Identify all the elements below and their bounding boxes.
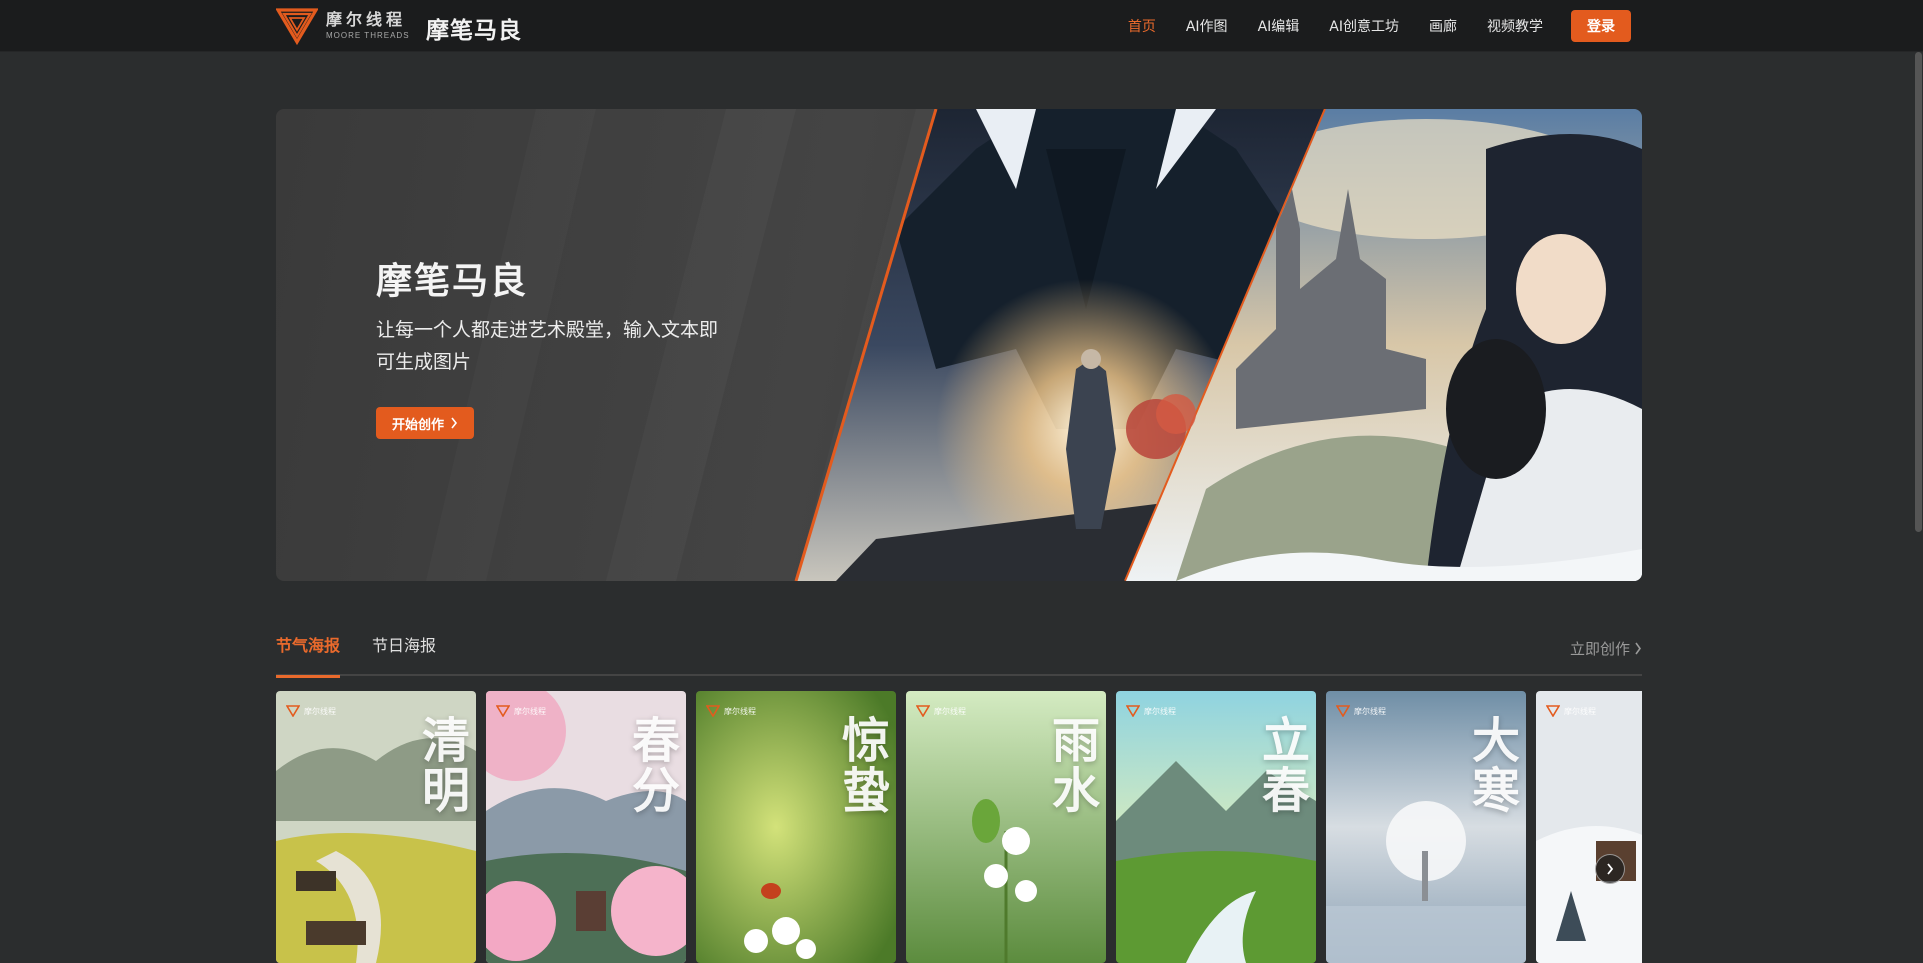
start-creating-label: 开始创作 [392, 417, 445, 433]
moore-threads-logo[interactable]: 摩尔线程 MOORE THREADS [276, 8, 410, 45]
hero-banner: 摩笔马良 让每一个人都走进艺术殿堂，输入文本即可生成图片 开始创作 [276, 109, 1642, 581]
poster-logo: 摩尔线程 [706, 705, 756, 717]
poster-title: 惊蛰 [833, 715, 889, 815]
poster-title: 清明 [413, 715, 469, 815]
poster-card[interactable]: 摩尔线程 雨水 [906, 691, 1106, 963]
create-now-label: 立即创作 [1569, 640, 1630, 658]
chevron-right-icon [451, 417, 458, 429]
poster-logo-text: 摩尔线程 [514, 706, 546, 716]
nav-gallery[interactable]: 画廊 [1429, 16, 1457, 36]
poster-logo: 摩尔线程 [916, 705, 966, 717]
top-nav-bar: 摩尔线程 MOORE THREADS 摩笔马良 首页 AI作图 AI编辑 AI创… [0, 0, 1923, 52]
brand-name: 摩笔马良 [426, 18, 522, 44]
poster-title: 雨水 [1043, 715, 1099, 815]
page-scrollbar[interactable] [1914, 52, 1923, 963]
logo-cn-text: 摩尔线程 [326, 10, 407, 29]
poster-card[interactable]: 摩尔线程 惊蛰 [696, 691, 896, 963]
poster-logo: 摩尔线程 [1336, 705, 1386, 717]
login-button[interactable]: 登录 [1571, 10, 1631, 42]
nav-home[interactable]: 首页 [1128, 16, 1156, 36]
nav-ai-creative-workshop[interactable]: AI创意工坊 [1329, 16, 1399, 36]
poster-logo-text: 摩尔线程 [304, 706, 336, 716]
active-tab-indicator [276, 675, 340, 678]
nav-ai-drawing[interactable]: AI作图 [1186, 16, 1228, 36]
poster-title: 大寒 [1463, 715, 1519, 815]
moore-threads-triangle-logo-icon [286, 705, 300, 717]
poster-image [1536, 691, 1642, 963]
poster-card[interactable]: 摩尔线程 春分 [486, 691, 686, 963]
main-nav: 首页 AI作图 AI编辑 AI创意工坊 画廊 视频教学 登录 [1128, 0, 1923, 52]
chevron-right-icon [1607, 863, 1614, 875]
poster-logo: 摩尔线程 [1126, 705, 1176, 717]
moore-threads-triangle-logo-icon [706, 705, 720, 717]
poster-logo-text: 摩尔线程 [724, 706, 756, 716]
moore-threads-triangle-logo-icon [496, 705, 510, 717]
tab-solar-term-posters[interactable]: 节气海报 [276, 636, 341, 678]
poster-card[interactable]: 摩尔线程 大寒 [1326, 691, 1526, 963]
hero-description: 让每一个人都走进艺术殿堂，输入文本即可生成图片 [376, 319, 719, 373]
hero-title: 摩笔马良 [376, 261, 529, 302]
moore-threads-triangle-logo-icon [1336, 705, 1350, 717]
create-now-link[interactable]: 立即创作 [1570, 638, 1642, 659]
poster-logo: 摩尔线程 [286, 705, 336, 717]
chevron-right-icon [1635, 642, 1641, 655]
poster-logo-text: 摩尔线程 [1144, 706, 1176, 716]
poster-logo-text: 摩尔线程 [1354, 706, 1386, 716]
poster-card[interactable]: 摩尔线程 [1536, 691, 1642, 963]
poster-card[interactable]: 摩尔线程 清明 [276, 691, 476, 963]
poster-logo: 摩尔线程 [496, 705, 546, 717]
moore-threads-triangle-logo-icon [916, 705, 930, 717]
moore-threads-triangle-logo-icon [276, 8, 318, 45]
tab-label: 节气海报 [276, 636, 341, 655]
start-creating-button[interactable]: 开始创作 [376, 407, 475, 439]
carousel-next-button[interactable] [1595, 854, 1625, 884]
poster-title: 春分 [623, 715, 679, 815]
nav-video-tutorial[interactable]: 视频教学 [1487, 16, 1543, 36]
tab-holiday-posters[interactable]: 节日海报 [372, 636, 436, 676]
poster-carousel: 摩尔线程 清明 摩尔线程 春分 摩尔线程 惊蛰 摩尔线程 雨水 摩尔线程 立春 … [276, 691, 1642, 963]
moore-threads-triangle-logo-icon [1546, 705, 1560, 717]
logo-en-text: MOORE THREADS [326, 31, 410, 40]
poster-logo: 摩尔线程 [1546, 705, 1596, 717]
tab-label: 节日海报 [372, 636, 437, 655]
poster-title: 立春 [1253, 715, 1309, 815]
poster-logo-text: 摩尔线程 [1564, 706, 1596, 716]
poster-card[interactable]: 摩尔线程 立春 [1116, 691, 1316, 963]
poster-tabs: 节气海报 节日海报 立即创作 [276, 636, 1642, 678]
poster-logo-text: 摩尔线程 [934, 706, 966, 716]
scrollbar-thumb[interactable] [1915, 52, 1922, 532]
nav-ai-edit[interactable]: AI编辑 [1258, 16, 1300, 36]
moore-threads-triangle-logo-icon [1126, 705, 1140, 717]
